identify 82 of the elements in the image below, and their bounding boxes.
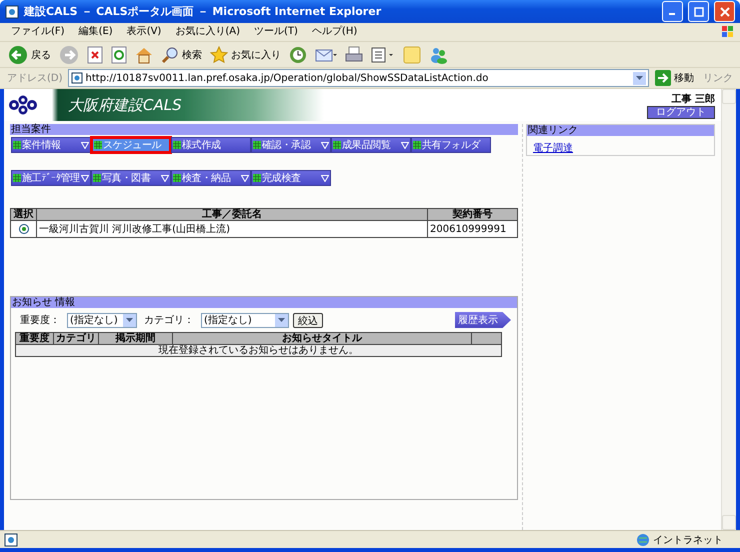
- menu-item[interactable]: お気に入り(A): [168, 23, 247, 41]
- minimize-button[interactable]: [662, 1, 683, 22]
- menu-tab[interactable]: 写真・図書: [91, 170, 171, 186]
- grid-icon: [173, 141, 181, 149]
- menu-tab[interactable]: 完成検査: [251, 170, 331, 186]
- menu-tab[interactable]: 様式作成: [171, 137, 251, 153]
- close-icon: [720, 6, 730, 16]
- site-title: 大阪府建設CALS: [68, 96, 183, 114]
- logout-button[interactable]: ログアウト: [647, 106, 715, 118]
- column-header: 重要度: [16, 332, 54, 344]
- star-icon: [210, 46, 228, 64]
- home-icon: [135, 46, 153, 64]
- column-header: お知らせタイトル: [172, 332, 472, 344]
- globe-icon: [636, 532, 650, 546]
- menu-tab[interactable]: 確認・承認: [251, 137, 331, 153]
- grid-icon: [93, 174, 101, 182]
- address-field[interactable]: http://10187sv0011.lan.pref.osaka.jp/Operation/global/ShowSSDataListAction.do: [68, 69, 649, 87]
- document-icon: [371, 46, 395, 64]
- zone-indicator: イントラネット: [636, 532, 736, 546]
- user-name: 工事 三郎: [672, 92, 715, 106]
- table-cell: 200610999991: [428, 220, 518, 238]
- page-icon: [70, 72, 83, 84]
- go-arrow-icon: [655, 70, 671, 86]
- dropdown-caret-icon[interactable]: [633, 72, 646, 84]
- toolbar-button[interactable]: 検索: [157, 42, 206, 66]
- menu-item[interactable]: 編集(E): [72, 23, 120, 41]
- section-header: 担当案件: [10, 124, 518, 135]
- menu-item[interactable]: ファイル(F): [4, 23, 72, 41]
- menu-tab[interactable]: 共有フォルダ: [411, 137, 491, 153]
- toolbar-button[interactable]: お気に入り: [206, 42, 285, 66]
- filter-label: 重要度：: [19, 314, 61, 327]
- address-label: アドレス(D): [6, 72, 64, 85]
- radio-button[interactable]: [18, 224, 28, 234]
- related-link[interactable]: 電子調達: [533, 143, 573, 154]
- page-icon: [4, 532, 18, 546]
- scrollbar[interactable]: [721, 89, 736, 530]
- menu-tab[interactable]: 検査・納品: [171, 170, 251, 186]
- column-header: 掲示期間: [98, 332, 172, 344]
- maximize-button[interactable]: [688, 1, 709, 22]
- grid-icon: [413, 141, 421, 149]
- grid-icon: [333, 141, 341, 149]
- filter-select[interactable]: (指定なし): [67, 312, 137, 328]
- section-header: お知らせ 情報: [11, 297, 517, 308]
- filter-button[interactable]: 絞込: [293, 312, 323, 328]
- close-button[interactable]: [714, 1, 735, 22]
- grid-icon: [13, 174, 21, 182]
- maximize-icon: [694, 6, 704, 16]
- grid-icon: [13, 141, 21, 149]
- stop-icon: [87, 46, 103, 64]
- refresh-icon: [111, 46, 127, 64]
- table-cell: 一級河川古賀川 河川改修工事(山田橋上流): [36, 220, 428, 238]
- column-header: 契約番号: [428, 208, 518, 220]
- history-button[interactable]: 履歴表示: [455, 312, 511, 328]
- grid-icon: [94, 141, 102, 149]
- logo-icon: [8, 95, 38, 115]
- search-icon: [161, 46, 179, 64]
- windows-flag-icon: [720, 25, 736, 39]
- column-header: カテゴリ: [54, 332, 98, 344]
- people-icon: [429, 46, 449, 64]
- menu-item[interactable]: ヘルプ(H): [304, 23, 364, 41]
- filter-label: カテゴリ：: [143, 314, 195, 327]
- menu-tab[interactable]: 施工ﾃﾞｰﾀ管理: [11, 170, 91, 186]
- note-icon: [403, 46, 421, 64]
- menu-item[interactable]: 表示(V): [120, 23, 168, 41]
- dropdown-caret-icon: [275, 314, 288, 326]
- history-clock-icon: [289, 46, 307, 64]
- toolbar-button[interactable]: 戻る: [4, 42, 55, 66]
- column-header: 選択: [10, 208, 36, 220]
- grid-icon: [253, 141, 261, 149]
- grid-icon: [253, 174, 261, 182]
- filter-select[interactable]: (指定なし): [201, 312, 289, 328]
- dropdown-caret-icon: [123, 314, 136, 326]
- column-header: 工事／委託名: [36, 208, 428, 220]
- menu-item[interactable]: ツール(T): [247, 23, 305, 41]
- menu-tab[interactable]: 案件情報: [11, 137, 91, 153]
- grid-icon: [173, 174, 181, 182]
- printer-icon: [345, 46, 363, 64]
- menu-tab[interactable]: 成果品閲覧: [331, 137, 411, 153]
- section-header: 関連リンク: [527, 125, 714, 136]
- browser-page-icon: [5, 4, 19, 18]
- window-title: 建設CALS － CALSポータル画面 － Microsoft Internet Explorer: [24, 4, 382, 19]
- empty-message: 現在登録されているお知らせはありません。: [16, 344, 502, 356]
